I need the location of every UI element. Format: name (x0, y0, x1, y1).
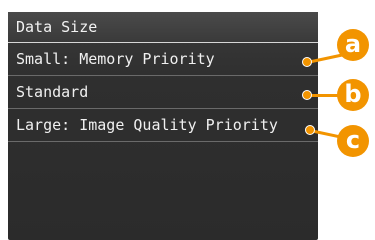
option-standard[interactable]: Standard (8, 76, 318, 109)
option-small-memory-priority[interactable]: Small: Memory Priority (8, 43, 318, 76)
callout-a-badge: a (337, 29, 369, 61)
option-large-image-quality-priority[interactable]: Large: Image Quality Priority (8, 109, 318, 142)
callout-b-dot (302, 90, 312, 100)
callout-a-dot (302, 57, 312, 67)
callout-b-badge: b (337, 79, 369, 111)
callout-c-dot (305, 125, 315, 135)
screen-title: Data Size (8, 12, 318, 43)
callout-c-badge: c (337, 125, 369, 157)
data-size-screen: Data Size Small: Memory Priority Standar… (8, 12, 318, 240)
